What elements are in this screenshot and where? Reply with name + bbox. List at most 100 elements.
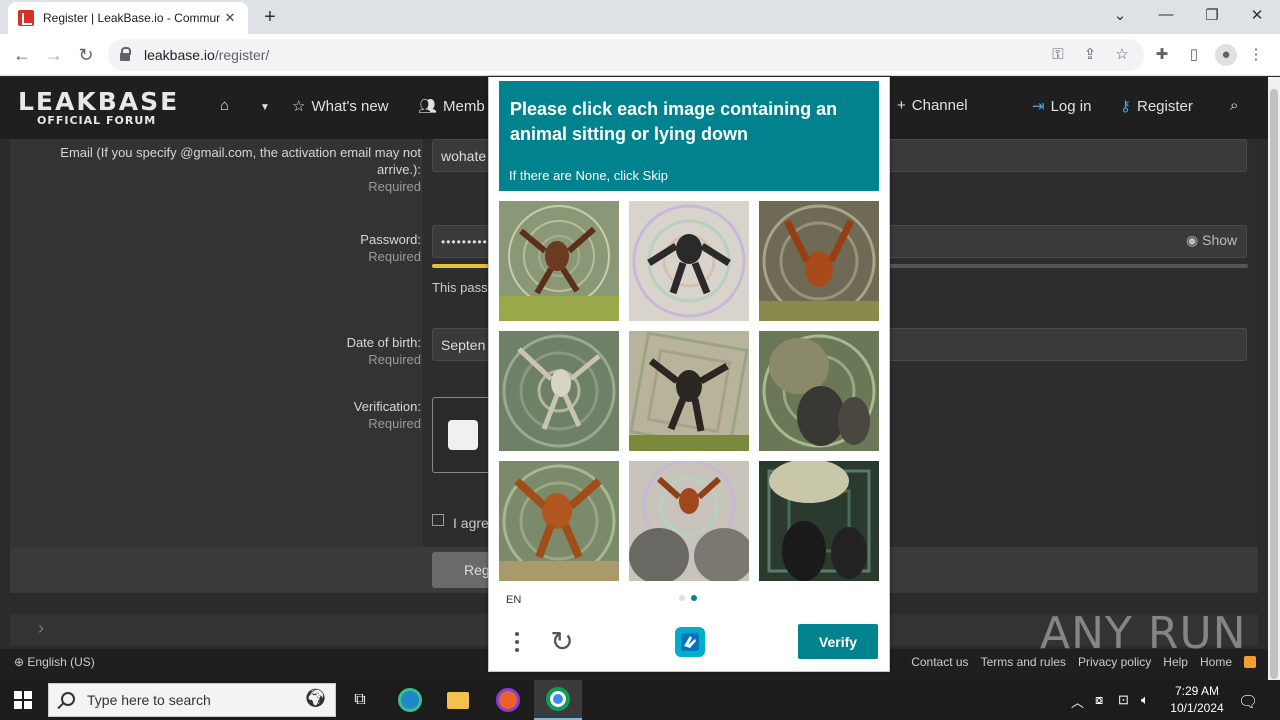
challenge-footer: ↻ Verify: [489, 617, 891, 672]
share-icon[interactable]: ⇪: [1079, 44, 1101, 66]
extensions-puzzle-icon[interactable]: ✚: [1151, 44, 1173, 66]
agree-checkbox[interactable]: [432, 514, 444, 526]
challenge-image[interactable]: [759, 201, 879, 321]
site-favicon-icon: [18, 10, 34, 26]
language-label: English (US): [27, 655, 95, 669]
ape-image: [759, 461, 879, 581]
notifications-icon[interactable]: 🗨︎: [1238, 692, 1258, 712]
reload-icon[interactable]: ↻: [74, 43, 98, 67]
volume-icon[interactable]: 🔈︎: [1141, 692, 1149, 708]
nav-dropdown-caret-icon[interactable]: ▼: [260, 102, 270, 113]
scrollbar-thumb[interactable]: [1270, 89, 1278, 679]
ape-image: [629, 331, 749, 451]
network-icon[interactable]: ⊡: [1118, 692, 1129, 708]
clock-date: 10/1/2024: [1170, 701, 1224, 715]
agree-text: I agre: [453, 515, 489, 531]
ape-image: [759, 331, 879, 451]
challenge-image[interactable]: [629, 461, 749, 581]
browser-tab[interactable]: Register | LeakBase.io - Commur ✕: [8, 2, 248, 34]
profile-avatar-icon[interactable]: ●: [1215, 44, 1237, 66]
clock-time: 7:29 AM: [1174, 684, 1220, 698]
show-password-toggle[interactable]: ◉ Show: [1186, 232, 1237, 249]
required-text: Required: [368, 249, 421, 264]
nav-members-label: Memb: [443, 97, 485, 115]
challenge-image[interactable]: [759, 331, 879, 451]
challenge-image[interactable]: [759, 461, 879, 581]
search-highlight-icon: 🌍︎: [304, 688, 327, 708]
url-host: leakbase.io: [144, 47, 215, 63]
nav-channel[interactable]: + Channel: [897, 97, 968, 114]
show-label: Show: [1202, 232, 1238, 248]
verification-label-text: Verification:: [353, 399, 421, 414]
site-search-icon[interactable]: ⌕: [1230, 97, 1238, 114]
captcha-checkbox[interactable]: [448, 420, 478, 450]
password-strength-text: This pass: [432, 280, 488, 295]
page-indicator: [679, 595, 697, 601]
ape-image: [499, 331, 619, 451]
anyrun-watermark: ANY RUN: [1040, 608, 1247, 659]
close-window-button[interactable]: ✕: [1245, 6, 1269, 24]
challenge-image[interactable]: [499, 331, 619, 451]
required-text: Required: [368, 416, 421, 431]
chrome-icon[interactable]: [534, 680, 582, 720]
forward-arrow-icon[interactable]: →: [42, 43, 66, 67]
nav-register[interactable]: ⚷ Register: [1120, 97, 1193, 116]
nav-channel-label: Channel: [911, 97, 968, 114]
taskbar-clock[interactable]: 7:29 AM 10/1/2024: [1166, 683, 1228, 717]
tab-search-chevron-icon[interactable]: ⌄: [1108, 6, 1132, 24]
language-chooser[interactable]: ⊕ English (US): [14, 655, 95, 669]
search-icon: [61, 692, 75, 706]
required-text: Required: [368, 179, 421, 194]
key-icon[interactable]: ⚿: [1047, 44, 1069, 66]
nav-members[interactable]: 👥︎ Memb: [418, 97, 485, 116]
page-scrollbar[interactable]: [1268, 77, 1280, 681]
nav-whats-new-label: What's new: [311, 97, 389, 115]
minimize-button[interactable]: —: [1154, 6, 1178, 23]
browser-tab-bar: Register | LeakBase.io - Commur ✕ + ⌄ — …: [0, 0, 1280, 34]
taskbar-search-box[interactable]: Type here to search 🌍︎: [48, 683, 336, 717]
nav-home[interactable]: ⌂: [220, 97, 229, 114]
edge-browser-icon[interactable]: [386, 680, 434, 720]
hcaptcha-logo-icon[interactable]: [673, 625, 707, 659]
challenge-image[interactable]: [629, 201, 749, 321]
form-label-column: Email (If you specify @gmail.com, the ac…: [10, 139, 421, 547]
file-explorer-icon[interactable]: [434, 680, 482, 720]
refresh-icon[interactable]: ↻: [547, 627, 577, 657]
users-icon: 👥︎: [418, 98, 438, 115]
restore-button[interactable]: ❐: [1200, 6, 1224, 24]
browser-menu-icon[interactable]: ⋮: [1245, 44, 1267, 66]
challenge-image[interactable]: [629, 331, 749, 451]
side-panel-icon[interactable]: ▯: [1183, 44, 1205, 66]
windows-start-icon[interactable]: [14, 691, 32, 709]
login-icon: ⇥: [1032, 98, 1045, 115]
new-tab-button[interactable]: +: [258, 6, 282, 28]
tray-overflow-icon[interactable]: ︿: [1071, 692, 1084, 711]
challenge-image[interactable]: [499, 461, 619, 581]
back-arrow-icon[interactable]: ←: [10, 43, 34, 67]
tray-app-icon[interactable]: ⧇: [1095, 692, 1103, 708]
breadcrumb-chevron-icon[interactable]: ›: [38, 618, 44, 639]
address-bar[interactable]: leakbase.io/register/: [108, 39, 1144, 71]
nav-login[interactable]: ⇥ Log in: [1032, 97, 1091, 116]
lock-icon: [120, 47, 131, 61]
email-label-text: Email (If you specify @gmail.com, the ac…: [60, 145, 421, 177]
dob-label: Date of birth: Required: [21, 334, 421, 368]
password-label-text: Password:: [360, 232, 421, 247]
bookmark-star-icon[interactable]: ☆: [1111, 44, 1133, 66]
ape-image: [759, 201, 879, 321]
language-selector[interactable]: EN: [506, 594, 521, 606]
page-dot: [679, 595, 685, 601]
url-path: /register/: [214, 47, 270, 63]
home-icon: ⌂: [220, 97, 230, 114]
challenge-image[interactable]: [499, 201, 619, 321]
tab-title: Register | LeakBase.io - Commur: [43, 11, 221, 25]
site-logo[interactable]: LEAKBASE OFFICIAL FORUM: [18, 87, 179, 127]
firefox-icon[interactable]: [484, 680, 532, 720]
task-view-icon[interactable]: ⧉: [336, 680, 384, 720]
verify-button[interactable]: Verify: [798, 624, 878, 659]
footer-link-contact[interactable]: Contact us: [911, 655, 968, 669]
menu-dots-icon[interactable]: [513, 629, 521, 657]
globe-icon: ⊕: [14, 655, 28, 669]
nav-whats-new[interactable]: ☆ What's new: [292, 97, 389, 116]
tab-close-icon[interactable]: ✕: [222, 10, 238, 26]
